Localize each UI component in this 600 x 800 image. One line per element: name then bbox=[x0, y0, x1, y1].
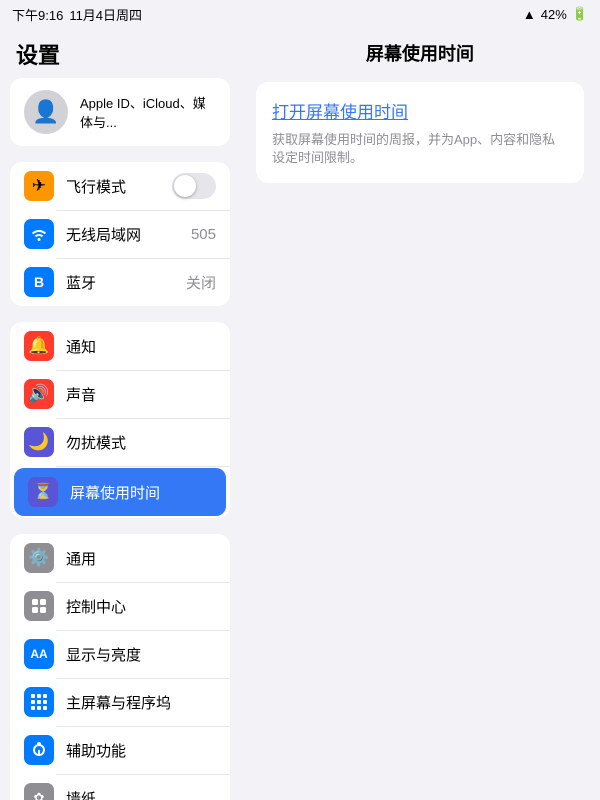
panel-description: 获取屏幕使用时间的周报，并为App、内容和隐私设定时间限制。 bbox=[272, 132, 555, 165]
sidebar-item-homescreen[interactable]: 主屏幕与程序坞 bbox=[10, 678, 230, 726]
wifi-value: 505 bbox=[191, 226, 216, 243]
sidebar: 设置 👤 Apple ID、iCloud、媒体与... ✈ 飞行模式 bbox=[0, 28, 240, 800]
sidebar-item-control[interactable]: 控制中心 bbox=[10, 582, 230, 630]
display-icon: AA bbox=[24, 639, 54, 669]
avatar-icon: 👤 bbox=[32, 99, 59, 125]
wifi-icon: ▲ bbox=[523, 7, 536, 22]
wifi-label: 无线局域网 bbox=[66, 224, 179, 245]
wifi-icon bbox=[24, 219, 54, 249]
date: 11月4日周四 bbox=[69, 5, 142, 24]
accessibility-label: 辅助功能 bbox=[66, 740, 216, 761]
profile-section[interactable]: 👤 Apple ID、iCloud、媒体与... bbox=[10, 78, 230, 146]
sidebar-title: 设置 bbox=[0, 28, 240, 78]
sidebar-item-dnd[interactable]: 🌙 勿扰模式 bbox=[10, 418, 230, 466]
screen-time-link[interactable]: 打开屏幕使用时间 bbox=[272, 98, 568, 123]
main-container: 设置 👤 Apple ID、iCloud、媒体与... ✈ 飞行模式 bbox=[0, 28, 600, 800]
sound-icon: 🔊 bbox=[24, 379, 54, 409]
notification-label: 通知 bbox=[66, 336, 216, 357]
sidebar-item-bluetooth[interactable]: B 蓝牙 关闭 bbox=[10, 258, 230, 306]
time: 下午9:16 bbox=[12, 5, 63, 24]
sidebar-item-notification[interactable]: 🔔 通知 bbox=[10, 322, 230, 370]
sidebar-item-screentime[interactable]: ⏳ 屏幕使用时间 bbox=[14, 468, 226, 516]
sidebar-item-wallpaper[interactable]: ✿ 墙纸 bbox=[10, 774, 230, 800]
settings-group-network: ✈ 飞行模式 无线局域网 505 B 蓝牙 关闭 bbox=[10, 162, 230, 306]
screentime-icon: ⏳ bbox=[28, 477, 58, 507]
airplane-label: 飞行模式 bbox=[66, 176, 160, 197]
sidebar-item-accessibility[interactable]: 辅助功能 bbox=[10, 726, 230, 774]
sidebar-item-sound[interactable]: 🔊 声音 bbox=[10, 370, 230, 418]
airplane-toggle[interactable] bbox=[172, 173, 216, 199]
bluetooth-label: 蓝牙 bbox=[66, 272, 174, 293]
general-icon: ⚙️ bbox=[24, 543, 54, 573]
toggle-knob bbox=[174, 175, 196, 197]
panel-card: 打开屏幕使用时间 获取屏幕使用时间的周报，并为App、内容和隐私设定时间限制。 bbox=[256, 82, 584, 183]
accessibility-icon bbox=[24, 735, 54, 765]
sidebar-item-display[interactable]: AA 显示与亮度 bbox=[10, 630, 230, 678]
dnd-icon: 🌙 bbox=[24, 427, 54, 457]
general-label: 通用 bbox=[66, 548, 216, 569]
homescreen-label: 主屏幕与程序坞 bbox=[66, 692, 216, 713]
wallpaper-icon: ✿ bbox=[24, 783, 54, 800]
sidebar-item-airplane[interactable]: ✈ 飞行模式 bbox=[10, 162, 230, 210]
notification-icon: 🔔 bbox=[24, 331, 54, 361]
right-panel: 屏幕使用时间 打开屏幕使用时间 获取屏幕使用时间的周报，并为App、内容和隐私设… bbox=[240, 28, 600, 800]
settings-group-system2: ⚙️ 通用 控制中心 AA 显示与亮度 主屏幕与程序坞 bbox=[10, 534, 230, 800]
avatar: 👤 bbox=[24, 90, 68, 134]
battery-text: 42% bbox=[541, 7, 567, 22]
bluetooth-icon: B bbox=[24, 267, 54, 297]
wallpaper-label: 墙纸 bbox=[66, 788, 216, 800]
panel-title: 屏幕使用时间 bbox=[256, 28, 584, 82]
battery-icon: 🔋 bbox=[572, 6, 588, 22]
dnd-label: 勿扰模式 bbox=[66, 432, 216, 453]
settings-group-system1: 🔔 通知 🔊 声音 🌙 勿扰模式 ⏳ 屏幕使用时间 bbox=[10, 322, 230, 518]
status-left: 下午9:16 11月4日周四 bbox=[12, 5, 142, 24]
display-label: 显示与亮度 bbox=[66, 644, 216, 665]
sound-label: 声音 bbox=[66, 384, 216, 405]
control-label: 控制中心 bbox=[66, 596, 216, 617]
status-bar: 下午9:16 11月4日周四 ▲ 42% 🔋 bbox=[0, 0, 600, 28]
homescreen-icon bbox=[24, 687, 54, 717]
control-icon bbox=[24, 591, 54, 621]
profile-text: Apple ID、iCloud、媒体与... bbox=[80, 93, 216, 131]
airplane-icon: ✈ bbox=[24, 171, 54, 201]
screentime-label: 屏幕使用时间 bbox=[70, 482, 212, 503]
bluetooth-value: 关闭 bbox=[186, 272, 216, 293]
sidebar-item-wifi[interactable]: 无线局域网 505 bbox=[10, 210, 230, 258]
sidebar-item-general[interactable]: ⚙️ 通用 bbox=[10, 534, 230, 582]
status-right: ▲ 42% 🔋 bbox=[523, 6, 588, 22]
